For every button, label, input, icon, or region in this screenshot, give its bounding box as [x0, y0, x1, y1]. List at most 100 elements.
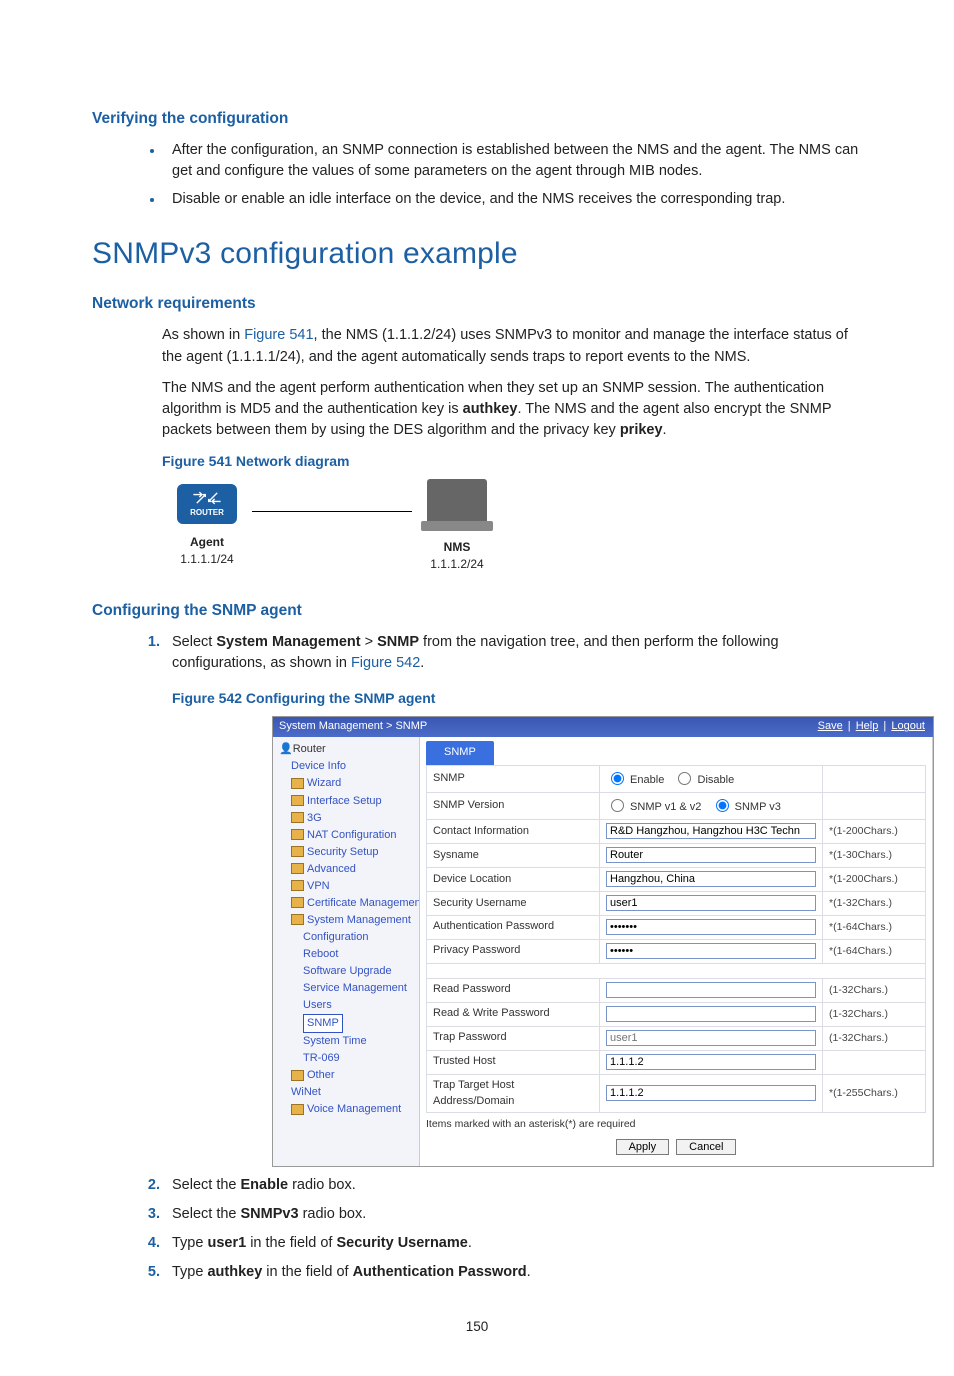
- field-label: Sysname: [427, 844, 600, 868]
- figure-542-link[interactable]: Figure 542: [351, 655, 420, 671]
- tree-item[interactable]: Software Upgrade: [279, 963, 419, 980]
- field-label: Trap Password: [427, 1026, 600, 1050]
- radio-option[interactable]: SNMP v1 & v2: [606, 801, 701, 813]
- tree-root[interactable]: 👤Router: [279, 741, 419, 758]
- field-hint: (1-32Chars.): [823, 978, 926, 1002]
- field-label: Read Password: [427, 978, 600, 1002]
- field-label: Contact Information: [427, 820, 600, 844]
- tree-item[interactable]: Users: [279, 997, 419, 1014]
- nms-icon: [427, 479, 487, 523]
- field-hint: *(1-255Chars.): [823, 1074, 926, 1113]
- field-value: [600, 1026, 823, 1050]
- text-input[interactable]: [606, 1085, 816, 1101]
- field-label: Device Location: [427, 868, 600, 892]
- tree-item[interactable]: Certificate Management: [279, 895, 419, 912]
- text: Select the: [172, 1177, 241, 1193]
- tree-item[interactable]: Device Info: [279, 758, 419, 775]
- tree-item[interactable]: VPN: [279, 878, 419, 895]
- help-link[interactable]: Help: [856, 720, 879, 732]
- field-label: Trusted Host: [427, 1050, 600, 1074]
- folder-icon: [291, 1104, 304, 1115]
- form-row: Security Username *(1-32Chars.): [427, 892, 926, 916]
- text-input[interactable]: [606, 823, 816, 839]
- apply-button[interactable]: Apply: [616, 1139, 670, 1155]
- nav-snmp: SNMP: [377, 634, 419, 650]
- folder-icon: [291, 863, 304, 874]
- text: Select the: [172, 1206, 241, 1222]
- network-diagram: ROUTER Agent 1.1.1.1/24 NMS 1.1.1.2/24: [162, 479, 862, 574]
- tab-snmp[interactable]: SNMP: [426, 741, 494, 765]
- form-row: Privacy Password*(1-64Chars.): [427, 939, 926, 963]
- tree-item[interactable]: 3G: [279, 810, 419, 827]
- radio-option[interactable]: Enable: [606, 774, 664, 786]
- field-label: Read & Write Password: [427, 1002, 600, 1026]
- netreq-para-2: The NMS and the agent perform authentica…: [162, 378, 862, 441]
- field-label: Security Username: [427, 892, 600, 916]
- tree-item[interactable]: Advanced: [279, 861, 419, 878]
- text-input[interactable]: [606, 847, 816, 863]
- field-value: [600, 1050, 823, 1074]
- required-note: Items marked with an asterisk(*) are req…: [426, 1117, 926, 1132]
- form-panel: SNMP SNMP Enable DisableSNMP Version SNM…: [420, 737, 933, 1165]
- text: in the field of: [262, 1264, 352, 1280]
- tree-item[interactable]: TR-069: [279, 1050, 419, 1067]
- snmpv3-term: SNMPv3: [241, 1206, 299, 1222]
- agent-label: Agent: [162, 534, 252, 551]
- folder-icon: [291, 897, 304, 908]
- tree-item[interactable]: Security Setup: [279, 844, 419, 861]
- nms-label: NMS: [412, 539, 502, 556]
- authkey-term: authkey: [463, 401, 518, 417]
- folder-icon: [291, 829, 304, 840]
- netreq-para-1: As shown in Figure 541, the NMS (1.1.1.2…: [162, 325, 862, 367]
- tree-item[interactable]: Other: [279, 1067, 419, 1084]
- tree-item[interactable]: NAT Configuration: [279, 827, 419, 844]
- field-hint: *(1-64Chars.): [823, 915, 926, 939]
- text-input[interactable]: [606, 1006, 816, 1022]
- tree-item[interactable]: Wizard: [279, 775, 419, 792]
- heading-verify: Verifying the configuration: [92, 108, 862, 130]
- top-links: Save | Help | Logout: [816, 719, 927, 735]
- tree-item[interactable]: Voice Management: [279, 1101, 419, 1118]
- cancel-button[interactable]: Cancel: [676, 1139, 736, 1155]
- tree-item[interactable]: Configuration: [279, 929, 419, 946]
- form-row: Trusted Host: [427, 1050, 926, 1074]
- save-link[interactable]: Save: [818, 720, 843, 732]
- tree-item[interactable]: System Management: [279, 912, 419, 929]
- text: Type: [172, 1235, 207, 1251]
- text-input[interactable]: [606, 895, 816, 911]
- verify-bullets: After the configuration, an SNMP connect…: [92, 140, 862, 209]
- text-input[interactable]: [606, 919, 816, 935]
- field-hint: *(1-64Chars.): [823, 939, 926, 963]
- folder-icon: [291, 778, 304, 789]
- tree-item[interactable]: Interface Setup: [279, 793, 419, 810]
- tree-item[interactable]: SNMP: [279, 1014, 419, 1033]
- field-value: [600, 915, 823, 939]
- page-number: 150: [92, 1317, 862, 1337]
- text-input[interactable]: [606, 1030, 816, 1046]
- text-input[interactable]: [606, 982, 816, 998]
- form-row: Sysname*(1-30Chars.): [427, 844, 926, 868]
- text-input[interactable]: [606, 871, 816, 887]
- radio-option[interactable]: SNMP v3: [711, 801, 781, 813]
- verify-bullet-2: Disable or enable an idle interface on t…: [164, 189, 862, 210]
- step-2: Select the Enable radio box.: [164, 1175, 862, 1196]
- text-input[interactable]: [606, 1054, 816, 1070]
- logout-link[interactable]: Logout: [891, 720, 925, 732]
- tree-item[interactable]: Reboot: [279, 946, 419, 963]
- tree-item[interactable]: System Time: [279, 1033, 419, 1050]
- user1-term: user1: [207, 1235, 246, 1251]
- field-value: [600, 868, 823, 892]
- snmp-form: SNMP Enable DisableSNMP Version SNMP v1 …: [426, 765, 926, 1113]
- folder-icon: [291, 812, 304, 823]
- config-steps: Select System Management > SNMP from the…: [92, 632, 862, 1283]
- radio-option[interactable]: Disable: [673, 774, 734, 786]
- figure-541-link[interactable]: Figure 541: [244, 327, 313, 343]
- heading-example: SNMPv3 configuration example: [92, 232, 862, 276]
- field-hint: *(1-32Chars.): [823, 892, 926, 916]
- text: .: [527, 1264, 531, 1280]
- text: .: [420, 655, 424, 671]
- tree-item[interactable]: WiNet: [279, 1084, 419, 1101]
- text-input[interactable]: [606, 943, 816, 959]
- form-row: Device Location*(1-200Chars.): [427, 868, 926, 892]
- tree-item[interactable]: Service Management: [279, 980, 419, 997]
